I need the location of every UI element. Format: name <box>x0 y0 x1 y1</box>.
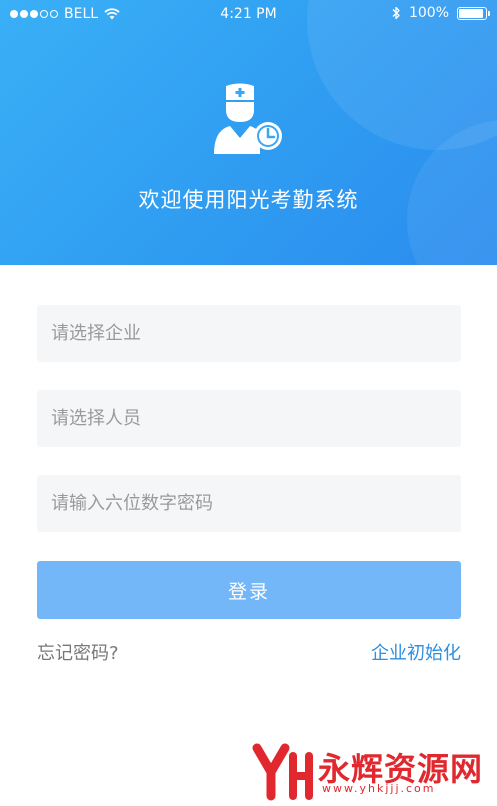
forgot-password-link[interactable]: 忘记密码? <box>37 639 119 665</box>
battery-percent: 100% <box>408 5 449 21</box>
doctor-clock-icon <box>214 83 282 154</box>
header-banner: BELL 4:21 PM 100% 欢迎使用阳光考勤系统 <box>0 0 497 265</box>
status-bar: BELL 4:21 PM 100% <box>0 0 497 30</box>
bluetooth-icon <box>392 6 400 20</box>
password-input[interactable] <box>37 475 461 532</box>
company-init-link[interactable]: 企业初始化 <box>371 639 461 665</box>
watermark-url: www.yhkjjj.com <box>322 782 436 795</box>
company-select-input[interactable] <box>37 305 461 362</box>
login-button[interactable]: 登录 <box>37 561 461 619</box>
welcome-title: 欢迎使用阳光考勤系统 <box>138 188 359 212</box>
status-right: 100% <box>392 5 490 21</box>
person-select-input[interactable] <box>37 390 461 447</box>
battery-icon <box>457 6 490 20</box>
battery-fill <box>459 8 483 18</box>
